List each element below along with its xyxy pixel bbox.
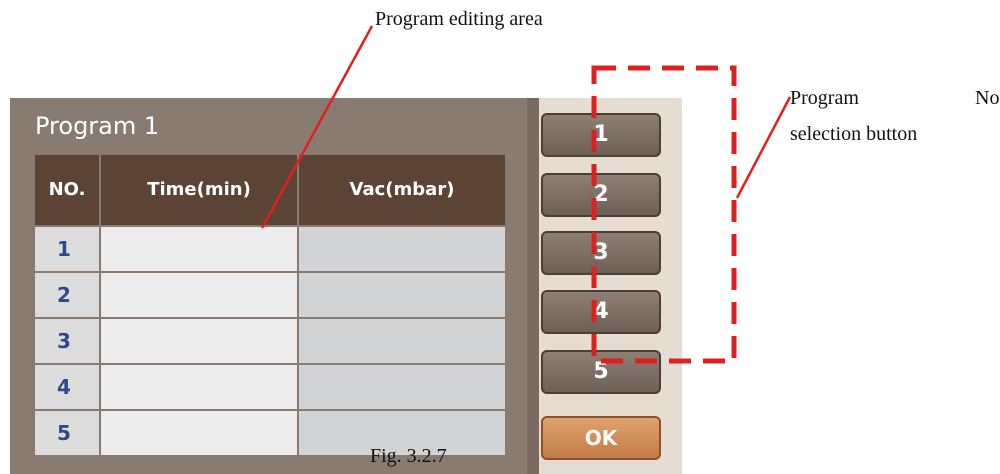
pointer-line-selection <box>735 96 792 199</box>
annotation-overlay <box>260 25 792 364</box>
figure-caption: Fig. 3.2.7 <box>370 445 447 467</box>
pointer-line-editing <box>260 25 374 229</box>
selection-highlight-box <box>591 65 737 364</box>
